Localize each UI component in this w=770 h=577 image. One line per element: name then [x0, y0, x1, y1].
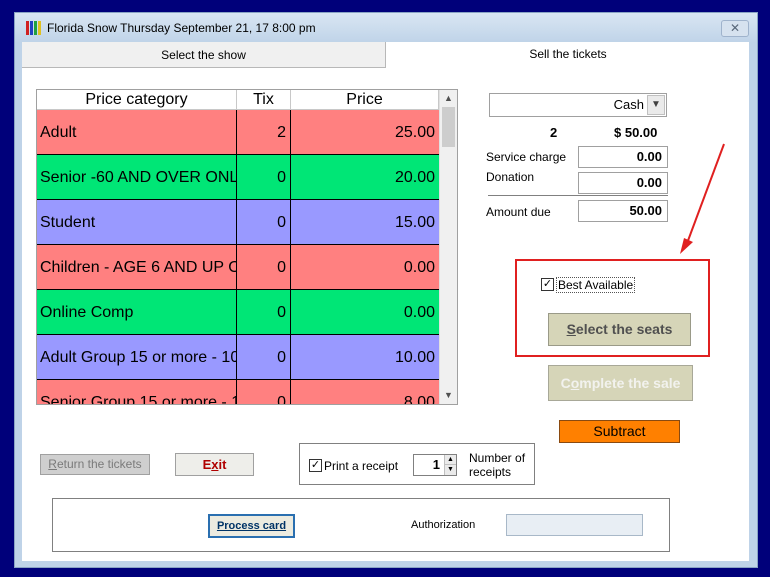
number-of-receipts-label: Number of receipts	[469, 451, 526, 479]
table-row[interactable]: Student 0 15.00	[37, 200, 439, 245]
subtract-button[interactable]: Subtract	[559, 420, 680, 443]
divider	[488, 195, 668, 196]
receipt-count-stepper[interactable]: 1 ▲ ▼	[413, 454, 457, 476]
select-seats-button[interactable]: Select the seats	[548, 313, 691, 346]
service-charge-field[interactable]: 0.00	[578, 146, 668, 168]
return-tickets-button[interactable]: Return the tickets	[40, 454, 150, 475]
column-header-tix[interactable]: Tix	[237, 90, 291, 110]
amount-due-label: Amount due	[486, 205, 551, 219]
price-cell: 0.00	[403, 259, 435, 276]
exit-button[interactable]: Exit	[175, 453, 254, 476]
authorization-label: Authorization	[411, 519, 476, 531]
exit-label-end: it	[218, 457, 227, 472]
column-header-price-category[interactable]: Price category	[37, 90, 237, 110]
app-icon	[26, 21, 41, 35]
donation-field[interactable]: 0.00	[578, 172, 668, 194]
window-title: Florida Snow Thursday September 21, 17 8…	[47, 21, 316, 35]
category-cell: Senior Group 15 or more - 10%	[37, 380, 237, 404]
return-tickets-label: eturn the tickets	[56, 457, 142, 471]
price-cell: 0.00	[403, 304, 435, 321]
table-row[interactable]: Adult 2 25.00	[37, 110, 439, 155]
card-processing-group: Process card Authorization	[52, 498, 670, 552]
category-cell: Adult	[37, 110, 237, 155]
donation-label: Donation	[486, 170, 535, 184]
close-button[interactable]: ✕	[721, 20, 749, 37]
category-cell: Student	[37, 200, 237, 245]
complete-sale-label-start: C	[560, 375, 571, 391]
category-cell: Senior -60 AND OVER ONLY	[37, 155, 237, 200]
payment-method-value: Cash	[613, 97, 644, 112]
close-icon: ✕	[729, 21, 741, 35]
category-cell: Online Comp	[37, 290, 237, 335]
main-panel: Select the show Sell the tickets Price c…	[22, 42, 749, 561]
complete-sale-button[interactable]: Complete the sale	[548, 365, 693, 401]
tix-cell[interactable]: 0	[237, 200, 291, 245]
best-available-label: Best Available	[556, 276, 636, 293]
table-row[interactable]: Adult Group 15 or more - 10% 0 10.00	[37, 335, 439, 380]
price-cell: 10.00	[394, 349, 435, 366]
grid-body: Adult 2 25.00 Senior -60 AND OVER ONLY 0…	[37, 110, 439, 405]
payment-method-select[interactable]: Cash ▼	[489, 93, 667, 117]
tix-cell[interactable]: 0	[237, 335, 291, 380]
table-row[interactable]: Senior Group 15 or more - 10% 0 8.00	[37, 380, 439, 405]
tix-cell[interactable]: 0	[237, 155, 291, 200]
annotation-arrow-icon	[680, 143, 725, 254]
title-bar[interactable]: Florida Snow Thursday September 21, 17 8…	[15, 13, 757, 43]
select-seats-label: elect the seats	[575, 321, 673, 337]
service-charge-label: Service charge	[486, 150, 567, 164]
select-seats-mnemonic: S	[566, 321, 576, 337]
tab-select-show[interactable]: Select the show	[22, 42, 386, 68]
spin-up-icon[interactable]: ▲	[444, 455, 456, 465]
process-card-button[interactable]: Process card	[208, 514, 295, 538]
complete-sale-label-end: mplete the sale	[579, 375, 681, 391]
tix-cell[interactable]: 2	[237, 110, 291, 155]
ticket-total: $ 50.00	[614, 125, 658, 140]
exit-label-start: E	[202, 457, 212, 472]
app-window: Florida Snow Thursday September 21, 17 8…	[14, 12, 758, 568]
table-row[interactable]: Children - AGE 6 AND UP ONLY 0 0.00	[37, 245, 439, 290]
grid-scrollbar[interactable]: ▲ ▼	[439, 90, 457, 404]
print-receipt-checkbox[interactable]: ✓ Print a receipt	[309, 458, 398, 473]
amount-due-field: 50.00	[578, 200, 668, 222]
chevron-down-icon[interactable]: ▼	[647, 95, 665, 115]
spin-down-icon[interactable]: ▼	[444, 465, 456, 475]
category-cell: Adult Group 15 or more - 10%	[37, 335, 237, 380]
authorization-field[interactable]	[506, 514, 643, 536]
print-receipt-label: Print a receipt	[324, 458, 399, 473]
tix-cell[interactable]: 0	[237, 245, 291, 290]
scroll-thumb[interactable]	[442, 107, 455, 147]
tab-sell-tickets[interactable]: Sell the tickets	[387, 42, 749, 68]
receipt-count-value[interactable]: 1	[414, 455, 444, 475]
price-cell: 20.00	[394, 169, 435, 186]
checkbox-checked-icon[interactable]: ✓	[309, 459, 322, 473]
receipt-options-group: ✓ Print a receipt 1 ▲ ▼ Number of receipt…	[299, 443, 535, 485]
checkbox-checked-icon[interactable]: ✓	[541, 278, 554, 292]
tix-cell[interactable]: 0	[237, 380, 291, 404]
best-available-checkbox[interactable]: ✓ Best Available	[541, 276, 636, 293]
category-cell: Children - AGE 6 AND UP ONLY	[37, 245, 237, 290]
ticket-count: 2	[550, 125, 558, 140]
column-header-price[interactable]: Price	[291, 90, 439, 110]
price-cell: 15.00	[394, 214, 435, 231]
price-cell: 8.00	[403, 394, 435, 405]
tix-cell[interactable]: 0	[237, 290, 291, 335]
grid-header: Price category Tix Price	[37, 90, 439, 110]
scroll-down-arrow-icon[interactable]: ▼	[440, 387, 457, 404]
price-category-grid[interactable]: Price category Tix Price Adult 2 25.00 S…	[36, 89, 458, 405]
return-tickets-mnemonic: R	[48, 457, 57, 471]
price-cell: 25.00	[394, 124, 435, 141]
complete-sale-mnemonic: o	[570, 375, 580, 391]
table-row[interactable]: Online Comp 0 0.00	[37, 290, 439, 335]
table-row[interactable]: Senior -60 AND OVER ONLY 0 20.00	[37, 155, 439, 200]
scroll-up-arrow-icon[interactable]: ▲	[440, 90, 457, 107]
